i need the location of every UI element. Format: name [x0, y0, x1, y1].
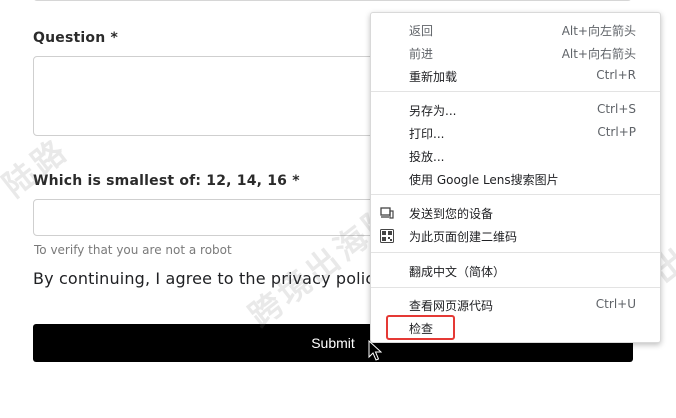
menu-item-translate[interactable]: 翻成中文（简体） [371, 260, 660, 282]
qr-code-icon [380, 229, 394, 243]
menu-item-create-qr-code[interactable]: 为此页面创建二维码 [371, 225, 660, 247]
watermark-text: 陆路 [0, 130, 76, 205]
menu-item-print[interactable]: 打印... Ctrl+P [371, 122, 660, 144]
previous-input-field[interactable] [33, 0, 632, 1]
submit-button-label: Submit [311, 335, 355, 351]
menu-item-back[interactable]: 返回 Alt+向左箭头 [371, 19, 660, 41]
menu-item-google-lens[interactable]: 使用 Google Lens搜索图片 [371, 168, 660, 190]
menu-item-reload[interactable]: 重新加载 Ctrl+R [371, 65, 660, 87]
menu-item-forward[interactable]: 前进 Alt+向右箭头 [371, 42, 660, 64]
menu-separator [371, 91, 660, 92]
menu-item-send-to-devices[interactable]: 发送到您的设备 [371, 202, 660, 224]
menu-separator [371, 287, 660, 288]
menu-separator [371, 252, 660, 253]
question-label: Question * [33, 30, 118, 46]
menu-item-view-source[interactable]: 查看网页源代码 Ctrl+U [371, 294, 660, 316]
captcha-hint: To verify that you are not a robot [34, 243, 232, 257]
menu-separator [371, 194, 660, 195]
consent-text: By continuing, I agree to the privacy po… [33, 269, 400, 288]
context-menu: 返回 Alt+向左箭头 前进 Alt+向右箭头 重新加载 Ctrl+R 另存为.… [370, 12, 661, 343]
menu-item-cast[interactable]: 投放... [371, 145, 660, 167]
devices-icon [380, 206, 394, 220]
menu-item-save-as[interactable]: 另存为... Ctrl+S [371, 99, 660, 121]
inspect-highlight-box [386, 315, 455, 340]
mouse-cursor-icon [368, 339, 383, 362]
captcha-label: Which is smallest of: 12, 14, 16 * [33, 173, 300, 189]
